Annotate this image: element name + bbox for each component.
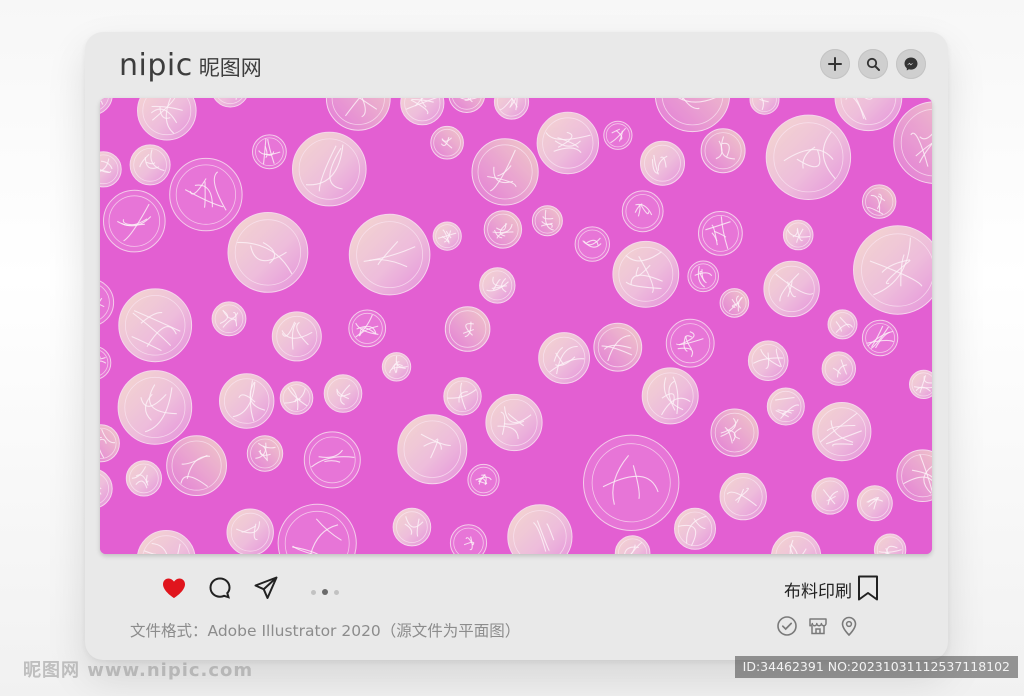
comment-icon[interactable] [205, 573, 235, 603]
pattern-circle [103, 189, 166, 253]
pattern-circle [226, 508, 274, 554]
brand-name-cn: 昵图网 [198, 56, 262, 80]
pattern-circle [348, 213, 431, 296]
pattern-circle [279, 381, 314, 415]
pattern-circle [700, 128, 746, 174]
pattern-circle [169, 157, 243, 232]
plus-icon[interactable] [820, 49, 850, 79]
pattern-circle [485, 393, 543, 452]
pattern-circle [536, 111, 599, 175]
pattern-circle [166, 435, 227, 497]
pattern-circle [348, 309, 387, 348]
pattern-circle [621, 190, 664, 233]
pattern-circle [381, 352, 412, 382]
pattern-circle [747, 340, 789, 382]
pattern-circle [665, 318, 715, 368]
pattern-circle [593, 322, 643, 372]
pattern-circle [219, 373, 275, 429]
pattern-circle [763, 260, 820, 318]
post-card: nipic 昵图网 布料印刷 文件格式：Adobe Illustrator 20… [85, 32, 948, 660]
pattern-circle [292, 131, 367, 207]
top-icon-bar [820, 49, 926, 79]
pattern-circle [862, 184, 897, 219]
pattern-circle [782, 219, 814, 251]
pattern-circle [674, 507, 716, 550]
brand-name-en: nipic [119, 48, 193, 83]
carousel-dot[interactable] [334, 589, 339, 595]
bottom-icon-bar [776, 615, 860, 637]
pattern-circle [471, 138, 539, 206]
brand-logo[interactable]: nipic 昵图网 [119, 48, 262, 83]
file-format-text: 文件格式：Adobe Illustrator 2020（源文件为平面图） [130, 622, 521, 640]
pattern-circle [719, 288, 750, 318]
watermark-id: ID:34462391 NO:20231031112537118102 [734, 656, 1018, 678]
pattern-circle [698, 210, 743, 256]
circle-pattern [100, 98, 932, 554]
pattern-circle [827, 309, 858, 340]
pattern-circle [612, 240, 680, 308]
pattern-circle [641, 367, 699, 425]
bookmark-icon[interactable] [856, 574, 882, 604]
pattern-circle [574, 226, 610, 262]
pattern-circle [443, 377, 482, 416]
pattern-circle [603, 120, 633, 150]
pattern-circle [583, 434, 680, 531]
pattern-circle [246, 435, 284, 472]
share-icon[interactable] [251, 573, 281, 603]
pattern-circle [766, 387, 805, 426]
messenger-icon[interactable] [896, 49, 926, 79]
pattern-circle [640, 140, 685, 186]
pattern-circle [687, 260, 720, 293]
page: nipic 昵图网 布料印刷 文件格式：Adobe Illustrator 20… [0, 0, 1024, 696]
pattern-circle [811, 477, 849, 515]
pattern-circle [303, 431, 361, 489]
pattern-circle [444, 306, 491, 352]
pattern-circle [392, 507, 432, 547]
pattern-circle [125, 460, 163, 497]
pattern-circle [430, 125, 464, 160]
pattern-circle [538, 332, 591, 384]
pattern-circle [211, 301, 247, 337]
watermark-left: 昵图网 www.nipic.com [23, 660, 254, 681]
pattern-circle [531, 205, 563, 237]
pattern-circle [118, 288, 193, 363]
category-label[interactable]: 布料印刷 [784, 577, 852, 602]
pattern-circle [909, 369, 932, 399]
pattern-circle [821, 351, 856, 386]
location-pin-icon[interactable] [838, 615, 860, 637]
pattern-circle [117, 370, 193, 445]
pattern-circle [467, 463, 500, 497]
pattern-circle [323, 374, 363, 413]
artwork-image[interactable] [100, 98, 932, 554]
action-bar [159, 573, 281, 603]
heart-icon[interactable] [159, 573, 189, 603]
pattern-circle [397, 414, 468, 485]
carousel-dot-active[interactable] [322, 589, 328, 595]
pattern-circle [856, 485, 893, 522]
pattern-circle [812, 402, 872, 462]
pattern-circle [710, 408, 759, 457]
search-icon[interactable] [858, 49, 888, 79]
pattern-circle [765, 114, 852, 200]
pattern-circle [483, 210, 523, 249]
pattern-circle [227, 211, 309, 293]
store-icon[interactable] [807, 615, 829, 637]
pattern-circle [129, 144, 171, 186]
check-circle-icon[interactable] [776, 615, 798, 637]
pattern-circle [479, 267, 516, 304]
pattern-circle [252, 134, 287, 170]
pattern-circle [432, 221, 462, 251]
pattern-circle [271, 311, 322, 362]
carousel-dot[interactable] [311, 589, 316, 595]
carousel-indicator [311, 589, 339, 595]
pattern-circle [861, 319, 899, 357]
pattern-circle [719, 472, 767, 521]
